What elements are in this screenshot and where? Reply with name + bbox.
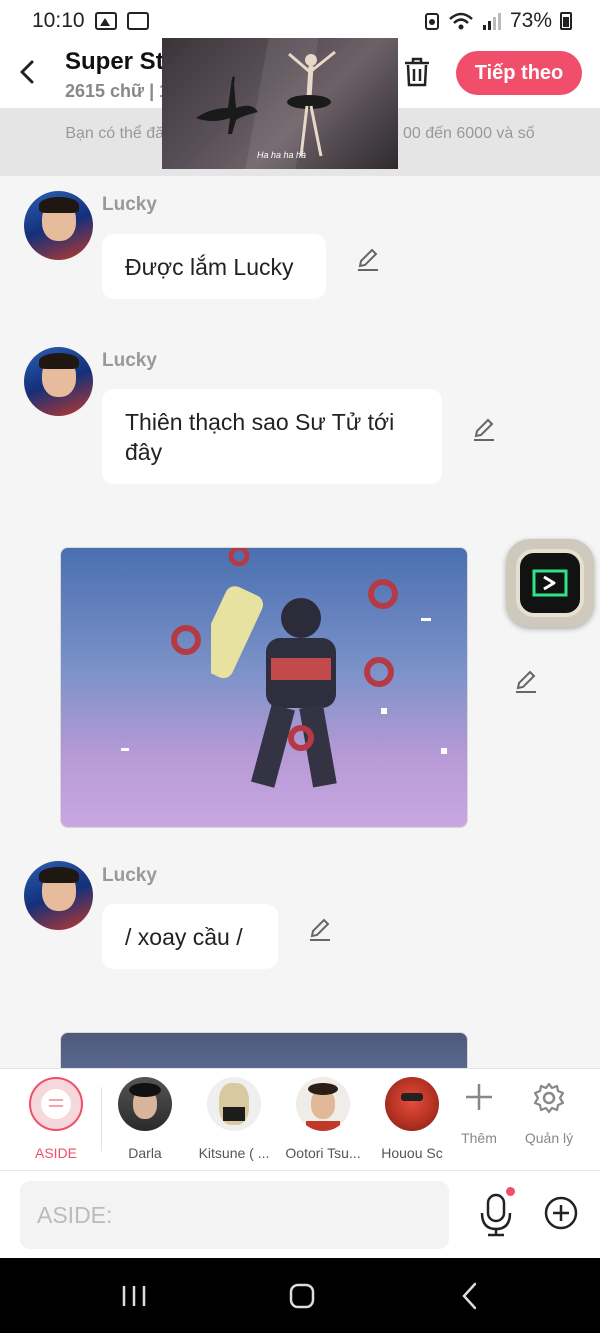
notice-text-right: 00 đến 6000 và số	[402, 125, 535, 142]
status-bar: 10:10 73%	[0, 0, 600, 42]
ballerina-silhouette	[287, 50, 336, 157]
play-recorder-icon	[532, 569, 568, 597]
character-darla[interactable]: Darla	[100, 1077, 190, 1161]
delete-button[interactable]	[402, 56, 432, 88]
edit-icon[interactable]	[471, 416, 497, 442]
chat-bubble-icon	[41, 1089, 71, 1119]
sync-icon	[424, 13, 439, 30]
gallery-notification-icon	[94, 12, 117, 30]
avatar	[207, 1077, 261, 1131]
edit-icon[interactable]	[307, 916, 333, 942]
avatar[interactable]	[24, 347, 93, 416]
character-bar: ASIDE Darla Kitsune ( ... Ootori Tsu... …	[0, 1068, 600, 1170]
signal-icon	[482, 13, 501, 30]
floating-video[interactable]: Ha ha ha hà	[162, 38, 398, 169]
recent-apps-icon[interactable]	[114, 1280, 154, 1312]
battery-percent: 73%	[509, 9, 552, 32]
character-kitsune[interactable]: Kitsune ( ...	[189, 1077, 279, 1161]
microphone-icon[interactable]	[479, 1193, 513, 1237]
add-character-button[interactable]: Thêm	[439, 1081, 519, 1146]
manage-button[interactable]: Quản lý	[509, 1081, 589, 1146]
screen-recorder-button[interactable]	[506, 539, 594, 627]
plus-icon	[466, 1084, 492, 1110]
message-author: Lucky	[102, 865, 157, 886]
add-circle-icon[interactable]	[543, 1195, 579, 1231]
black-swan-silhouette	[196, 76, 258, 134]
gear-icon	[533, 1082, 565, 1114]
recorder-notification-icon	[126, 12, 149, 30]
notice-text-left: Bạn có thể đă	[65, 125, 165, 142]
character-ootori[interactable]: Ootori Tsu...	[278, 1077, 368, 1161]
character-label: Kitsune ( ...	[198, 1145, 270, 1161]
message-author: Lucky	[102, 350, 157, 371]
avatar	[296, 1077, 350, 1131]
message-input[interactable]	[20, 1181, 449, 1249]
avatar	[385, 1077, 439, 1131]
chevron-left-icon	[20, 60, 34, 84]
avatar	[118, 1077, 172, 1131]
aside-avatar	[29, 1077, 83, 1131]
character-label: Darla	[128, 1145, 162, 1161]
system-nav-bar	[0, 1258, 600, 1333]
edit-icon[interactable]	[513, 668, 539, 694]
character-label: ASIDE	[34, 1145, 77, 1161]
wifi-icon	[449, 12, 473, 30]
page-title: Super St	[65, 48, 164, 75]
message-author: Lucky	[102, 194, 157, 215]
character-label: Houou Sc	[381, 1145, 443, 1161]
back-nav-icon[interactable]	[450, 1280, 490, 1312]
status-time: 10:10	[32, 9, 85, 32]
video-caption: Ha ha ha hà	[257, 150, 307, 160]
edit-icon[interactable]	[355, 246, 381, 272]
character-aside[interactable]: ASIDE	[11, 1077, 101, 1161]
avatar[interactable]	[24, 861, 93, 930]
notification-dot	[506, 1187, 515, 1196]
trash-icon	[405, 57, 429, 87]
message-bubble[interactable]: Thiên thạch sao Sư Tử tới đây	[102, 389, 442, 484]
manage-label: Quản lý	[524, 1130, 574, 1146]
home-icon[interactable]	[282, 1280, 322, 1312]
image-message[interactable]	[60, 547, 468, 828]
message-bubble[interactable]: Được lắm Lucky	[102, 234, 326, 299]
avatar[interactable]	[24, 191, 93, 260]
composer-bar	[0, 1170, 600, 1258]
back-button[interactable]	[14, 56, 42, 88]
message-bubble[interactable]: / xoay cầu /	[102, 904, 278, 969]
sparks-overlay	[121, 548, 447, 754]
word-count: 2615 chữ | 1	[65, 81, 170, 101]
add-label: Thêm	[461, 1130, 497, 1146]
next-button[interactable]: Tiếp theo	[456, 51, 582, 95]
character-label: Ootori Tsu...	[285, 1145, 361, 1161]
battery-icon	[560, 12, 572, 30]
